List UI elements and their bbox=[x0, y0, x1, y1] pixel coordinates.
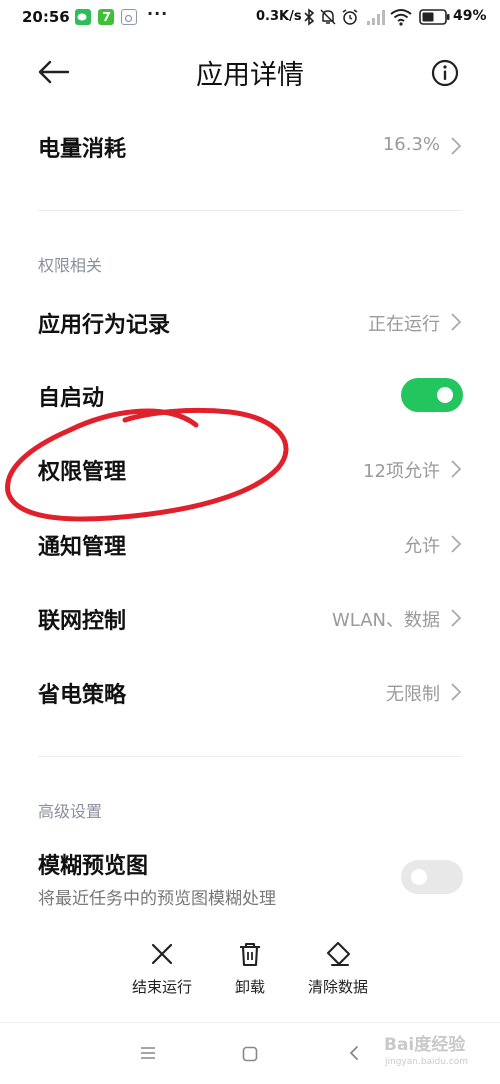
watermark: Bai度经验 bbox=[384, 1035, 466, 1055]
eraser-icon bbox=[326, 941, 351, 967]
advanced-section-title: 高级设置 bbox=[38, 802, 103, 821]
chevron-right-icon bbox=[451, 313, 462, 331]
chevron-right-icon bbox=[451, 460, 462, 478]
wifi-icon bbox=[390, 9, 412, 26]
app-icon bbox=[98, 9, 114, 25]
gallery-icon bbox=[121, 9, 137, 25]
alarm-icon bbox=[342, 9, 358, 25]
watermark-url: jingyan.baidu.com bbox=[385, 1057, 469, 1067]
app-behavior-label: 应用行为记录 bbox=[38, 313, 171, 338]
info-button[interactable] bbox=[430, 58, 460, 88]
permission-management-label: 权限管理 bbox=[38, 460, 127, 485]
battery-usage-row[interactable]: 电量消耗 16.3% bbox=[0, 118, 500, 174]
wechat-icon bbox=[75, 9, 91, 25]
toggle-knob bbox=[411, 869, 427, 885]
chevron-right-icon bbox=[451, 137, 462, 155]
autostart-row: 自启动 bbox=[0, 367, 500, 423]
chevron-right-icon bbox=[451, 535, 462, 553]
permissions-section-title: 权限相关 bbox=[38, 256, 103, 275]
network-speed: 0.3K/s bbox=[256, 9, 302, 24]
network-control-value: WLAN、数据 bbox=[331, 610, 440, 631]
blur-preview-row: 模糊预览图 将最近任务中的预览图模糊处理 bbox=[0, 838, 500, 914]
uninstall-button[interactable]: 卸载 bbox=[205, 940, 295, 1010]
network-control-label: 联网控制 bbox=[38, 609, 127, 634]
chevron-right-icon bbox=[451, 683, 462, 701]
battery-percent: 49% bbox=[453, 8, 487, 24]
uninstall-label: 卸载 bbox=[234, 978, 265, 996]
notification-management-row[interactable]: 通知管理 允许 bbox=[0, 516, 500, 572]
power-saving-row[interactable]: 省电策略 无限制 bbox=[0, 664, 500, 720]
power-saving-value: 无限制 bbox=[386, 684, 440, 705]
more-notifications-icon: ··· bbox=[147, 4, 169, 23]
mute-icon bbox=[320, 9, 336, 25]
menu-icon[interactable] bbox=[139, 1045, 157, 1061]
power-saving-label: 省电策略 bbox=[38, 683, 127, 708]
blur-preview-toggle[interactable] bbox=[401, 860, 463, 894]
info-icon bbox=[431, 59, 459, 87]
header: 应用详情 bbox=[0, 36, 500, 108]
page-title: 应用详情 bbox=[196, 60, 304, 91]
back-icon[interactable] bbox=[348, 1045, 360, 1061]
status-time: 20:56 bbox=[22, 8, 70, 26]
signal-icon bbox=[367, 10, 385, 25]
close-icon bbox=[151, 943, 173, 965]
battery-usage-value: 16.3% bbox=[382, 134, 440, 155]
blur-preview-description: 将最近任务中的预览图模糊处理 bbox=[38, 889, 276, 909]
section-divider bbox=[38, 210, 462, 211]
notification-management-value: 允许 bbox=[404, 536, 440, 557]
bluetooth-icon bbox=[304, 8, 315, 26]
permission-management-value: 12项允许 bbox=[363, 461, 440, 482]
blur-preview-label: 模糊预览图 bbox=[38, 854, 149, 879]
battery-icon bbox=[419, 9, 450, 25]
notification-management-label: 通知管理 bbox=[38, 535, 127, 560]
status-bar: 20:56 ··· 0.3K/s 49% bbox=[0, 0, 500, 36]
section-divider bbox=[38, 756, 462, 757]
chevron-right-icon bbox=[451, 609, 462, 627]
trash-icon bbox=[240, 942, 260, 967]
toggle-knob bbox=[437, 387, 453, 403]
force-stop-button[interactable]: 结束运行 bbox=[117, 940, 207, 1010]
home-icon[interactable] bbox=[242, 1046, 258, 1062]
app-behavior-row[interactable]: 应用行为记录 正在运行 bbox=[0, 294, 500, 350]
clear-data-button[interactable]: 清除数据 bbox=[293, 940, 383, 1010]
network-control-row[interactable]: 联网控制 WLAN、数据 bbox=[0, 590, 500, 646]
autostart-label: 自启动 bbox=[38, 386, 105, 411]
force-stop-label: 结束运行 bbox=[131, 978, 192, 996]
app-behavior-value: 正在运行 bbox=[368, 314, 440, 335]
permission-management-row[interactable]: 权限管理 12项允许 bbox=[0, 441, 500, 497]
battery-usage-label: 电量消耗 bbox=[38, 137, 127, 162]
autostart-toggle[interactable] bbox=[401, 378, 463, 412]
clear-data-label: 清除数据 bbox=[307, 978, 368, 996]
